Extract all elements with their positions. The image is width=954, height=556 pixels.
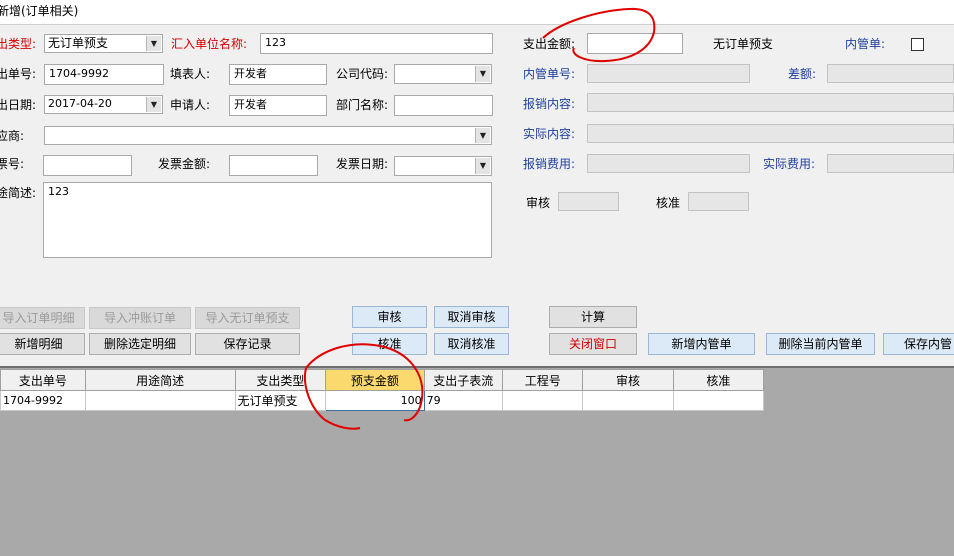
grid-header-cell[interactable]: 审核	[582, 369, 674, 391]
cancel-approve-button[interactable]: 取消核准	[434, 333, 509, 355]
table-cell[interactable]: 79	[423, 390, 504, 411]
purpose-label: 途简述:	[0, 186, 37, 200]
applicant-label: 申请人:	[170, 98, 211, 112]
chevron-down-icon[interactable]: ▼	[146, 36, 161, 51]
grid-header-cell[interactable]: 支出单号	[0, 369, 86, 391]
grid-header-cell[interactable]: 核准	[672, 369, 765, 391]
table-cell[interactable]: 100	[325, 390, 425, 411]
internal-checkbox[interactable]	[911, 38, 924, 51]
grid-header-cell[interactable]: 支出类型	[234, 369, 327, 391]
expense-no-label: 出单号:	[0, 67, 37, 81]
expense-type-select[interactable]: 无订单预支 ▼	[44, 34, 163, 53]
invoice-date-label: 发票日期:	[336, 157, 389, 171]
calculate-button[interactable]: 计算	[549, 306, 637, 328]
chevron-down-icon[interactable]: ▼	[475, 158, 490, 174]
company-code-label: 公司代码:	[336, 67, 389, 81]
no-order-advance-label: 无订单预支	[713, 37, 774, 51]
close-window-button[interactable]: 关闭窗口	[549, 333, 637, 355]
supplier-label: 应商:	[0, 129, 25, 143]
expense-amount-input[interactable]	[587, 33, 683, 54]
expense-amount-label: 支出金额:	[523, 37, 576, 51]
invoice-date-picker[interactable]: ▼	[394, 156, 492, 176]
save-internal-button[interactable]: 保存内管	[883, 333, 954, 355]
filler-label: 填表人:	[170, 67, 211, 81]
table-cell[interactable]	[502, 390, 584, 411]
invoice-no-input[interactable]	[43, 155, 132, 176]
chevron-down-icon[interactable]: ▼	[475, 66, 490, 82]
reimb-content-input[interactable]	[587, 93, 954, 112]
expense-no-input[interactable]: 1704-9992	[44, 64, 164, 85]
expense-type-value: 无订单预支	[48, 36, 109, 50]
grid-header-cell[interactable]: 用途简述	[84, 369, 236, 391]
table-cell[interactable]	[582, 390, 674, 411]
internal-no-input[interactable]	[587, 64, 750, 83]
chevron-down-icon[interactable]: ▼	[475, 128, 490, 143]
date-picker[interactable]: 2017-04-20 ▼	[44, 95, 163, 114]
applicant-input[interactable]: 开发者	[229, 95, 327, 116]
import-offset-order-button[interactable]: 导入冲账订单	[89, 307, 191, 329]
delete-selected-detail-button[interactable]: 删除选定明细	[89, 333, 191, 355]
add-detail-button[interactable]: 新增明细	[0, 333, 85, 355]
cancel-audit-button[interactable]: 取消审核	[434, 306, 509, 328]
payee-name-input[interactable]: 123	[260, 33, 493, 54]
actual-content-input[interactable]	[587, 124, 954, 143]
approve-button[interactable]: 核准	[352, 333, 427, 355]
diff-input[interactable]	[827, 64, 954, 83]
actual-fee-label: 实际费用:	[763, 157, 816, 171]
window-title: 新增(订单相关)	[0, 4, 79, 18]
import-order-detail-button[interactable]: 导入订单明细	[0, 307, 85, 329]
chevron-down-icon[interactable]: ▼	[146, 97, 161, 112]
diff-label: 差额:	[788, 67, 817, 81]
save-record-button[interactable]: 保存记录	[195, 333, 300, 355]
audit-button[interactable]: 审核	[352, 306, 427, 328]
payee-name-label: 汇入单位名称:	[171, 37, 248, 51]
invoice-amount-label: 发票金额:	[158, 157, 211, 171]
title-bar: 新增(订单相关)	[0, 0, 954, 25]
add-internal-button[interactable]: 新增内管单	[648, 333, 755, 355]
table-cell[interactable]	[672, 390, 765, 411]
expense-type-label: 出类型:	[0, 37, 37, 51]
actual-content-label: 实际内容:	[523, 127, 576, 141]
supplier-select[interactable]: ▼	[44, 126, 492, 145]
grid-header-cell[interactable]: 工程号	[502, 369, 584, 391]
grid-header-row: 支出单号 用途简述 支出类型 预支金额 支出子表流 工程号 审核 核准	[0, 369, 765, 391]
approve-input[interactable]	[688, 192, 749, 211]
grid-header-cell[interactable]: 支出子表流	[423, 369, 504, 391]
table-row[interactable]: 1704-9992 无订单预支 100 79	[0, 390, 765, 411]
reimb-fee-label: 报销费用:	[523, 157, 576, 171]
purpose-textarea[interactable]: 123	[43, 182, 492, 258]
audit-input[interactable]	[558, 192, 619, 211]
reimb-fee-input[interactable]	[587, 154, 750, 173]
approve-label: 核准	[656, 196, 681, 210]
table-cell[interactable]: 无订单预支	[234, 390, 327, 411]
date-label: 出日期:	[0, 98, 37, 112]
table-cell[interactable]	[84, 390, 236, 411]
detail-grid: 支出单号 用途简述 支出类型 预支金额 支出子表流 工程号 审核 核准 1704…	[0, 369, 765, 411]
invoice-amount-input[interactable]	[229, 155, 318, 176]
table-cell[interactable]: 1704-9992	[0, 390, 86, 411]
grid-header-cell[interactable]: 预支金额	[325, 369, 425, 391]
date-value: 2017-04-20	[48, 97, 112, 110]
reimb-content-label: 报销内容:	[523, 97, 576, 111]
dept-name-label: 部门名称:	[336, 98, 389, 112]
invoice-no-label: 票号:	[0, 157, 25, 171]
filler-input[interactable]: 开发者	[229, 64, 327, 85]
import-no-order-advance-button[interactable]: 导入无订单预支	[195, 307, 300, 329]
audit-label: 审核	[526, 196, 551, 210]
delete-current-internal-button[interactable]: 删除当前内管单	[766, 333, 875, 355]
internal-no-label: 内管单号:	[523, 67, 576, 81]
company-code-select[interactable]: ▼	[394, 64, 492, 84]
actual-fee-input[interactable]	[827, 154, 954, 173]
dept-name-input[interactable]	[394, 95, 493, 116]
internal-label: 内管单:	[845, 37, 886, 51]
